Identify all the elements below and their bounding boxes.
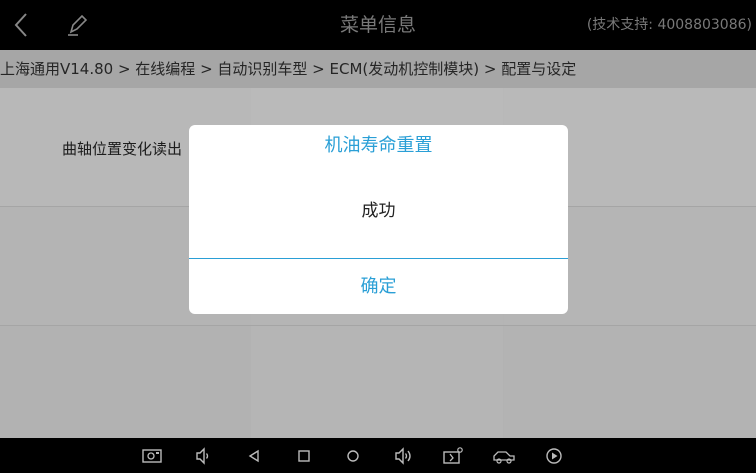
vci-icon[interactable] (443, 446, 463, 466)
vehicle-icon[interactable] (492, 446, 516, 466)
play-icon[interactable] (544, 446, 564, 466)
confirm-button[interactable]: 确定 (189, 259, 568, 314)
system-nav-bar (0, 438, 756, 473)
dialog-message: 成功 (361, 201, 396, 221)
result-dialog: 机油寿命重置 成功 确定 (189, 125, 568, 314)
volume-up-icon[interactable] (394, 446, 414, 466)
dialog-title: 机油寿命重置 (324, 135, 433, 156)
screenshot-icon[interactable] (142, 446, 162, 466)
back-icon[interactable] (244, 446, 264, 466)
home-icon[interactable] (343, 446, 363, 466)
volume-down-icon[interactable] (194, 446, 214, 466)
recent-apps-icon[interactable] (294, 446, 314, 466)
